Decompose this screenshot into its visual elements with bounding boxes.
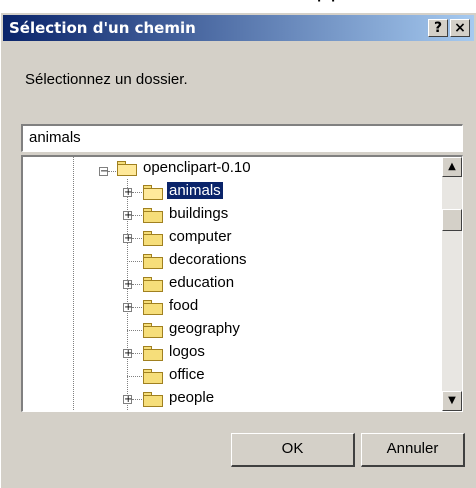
tree-item-label: buildings — [169, 205, 229, 222]
expand-icon[interactable]: + — [123, 234, 132, 244]
folder-open-icon — [117, 161, 137, 176]
cancel-button[interactable]: Annuler — [361, 433, 465, 467]
close-button[interactable]: × — [450, 19, 470, 37]
folder-icon — [143, 277, 163, 292]
folder-icon — [143, 392, 163, 407]
tree-guide-line — [132, 399, 142, 400]
expand-icon[interactable]: + — [123, 349, 132, 359]
tree-guide-line — [132, 238, 142, 239]
expand-icon[interactable]: + — [123, 280, 132, 290]
expand-icon[interactable]: + — [123, 188, 132, 198]
tree-scrollbar[interactable]: ▲ ▼ — [442, 157, 462, 411]
tree-guide-line — [127, 261, 142, 262]
tree-guide-line — [127, 330, 142, 331]
folder-icon — [143, 323, 163, 338]
tree-guide-line — [132, 307, 142, 308]
dialog-title: Sélection d'un chemin — [9, 19, 196, 37]
tree-item-label: logos — [169, 343, 205, 360]
tree-guide-line — [108, 171, 116, 172]
select-path-dialog: Sélection d'un chemin ? × Sélectionnez u… — [0, 12, 476, 488]
tree-item-label: computer — [169, 228, 232, 245]
tree-item-label: office — [169, 366, 205, 383]
expand-icon[interactable]: + — [123, 303, 132, 313]
tree-guide-line — [132, 353, 142, 354]
folder-icon — [143, 231, 163, 246]
tree-guide-line — [127, 376, 142, 377]
tree-guide-line — [132, 284, 142, 285]
ok-button[interactable]: OK — [231, 433, 355, 467]
tree-guide-line — [132, 215, 142, 216]
root-collapse-icon[interactable]: − — [99, 167, 108, 177]
expand-icon[interactable]: + — [123, 395, 132, 405]
folder-icon — [143, 208, 163, 223]
dialog-titlebar[interactable]: Sélection d'un chemin ? × — [3, 15, 474, 41]
folder-open-icon — [143, 185, 163, 200]
scroll-down-button[interactable]: ▼ — [442, 391, 462, 411]
folder-icon — [143, 346, 163, 361]
tree-item-label: education — [169, 274, 235, 291]
folder-tree[interactable]: − openclipart-0.10 + animals + buildings + co… — [21, 155, 463, 412]
tree-item-label: decorations — [169, 251, 247, 268]
path-input[interactable]: animals — [21, 124, 463, 152]
tree-guide-line — [73, 157, 74, 411]
expand-icon[interactable]: + — [123, 211, 132, 221]
scroll-thumb[interactable] — [442, 209, 462, 231]
help-button[interactable]: ? — [428, 19, 448, 37]
scroll-up-button[interactable]: ▲ — [442, 157, 462, 177]
tree-item-label: people — [169, 389, 215, 406]
folder-icon — [143, 254, 163, 269]
tree-item-label: animals — [166, 181, 224, 200]
tree-item-label: openclipart-0.10 — [143, 159, 251, 176]
tree-guide-line — [132, 192, 142, 193]
folder-icon — [143, 300, 163, 315]
tree-item-label: food — [169, 297, 199, 314]
folder-icon — [143, 369, 163, 384]
dialog-prompt: Sélectionnez un dossier. — [25, 71, 188, 88]
tree-item-label: geography — [169, 320, 240, 337]
